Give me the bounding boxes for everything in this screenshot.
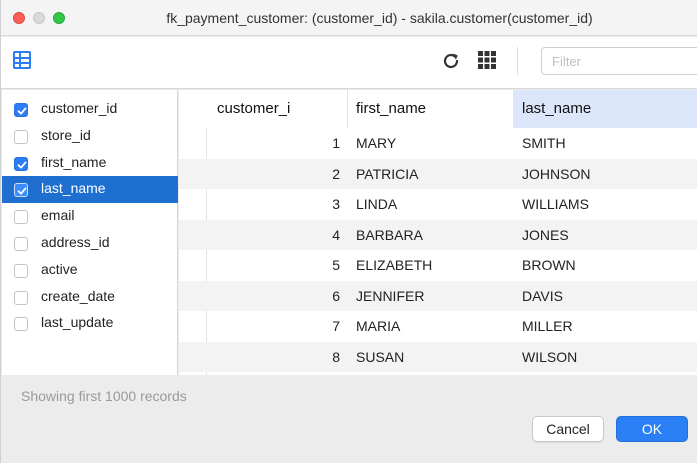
checkbox-checked-icon[interactable] (14, 183, 28, 198)
table-header: customer_i first_name last_name (179, 90, 697, 128)
table-row[interactable]: 3 LINDA WILLIAMS (179, 189, 697, 220)
cell-last-name: MILLER (522, 318, 573, 334)
column-option-label: last_name (41, 180, 106, 197)
column-option-first-name[interactable]: first_name (2, 150, 178, 177)
checkbox-unchecked-icon[interactable] (14, 263, 28, 278)
column-option-last-update[interactable]: last_update (2, 310, 178, 337)
checkbox-checked-icon[interactable] (14, 156, 28, 171)
table-row[interactable]: 7 MARIA MILLER (179, 311, 697, 342)
filter-input[interactable] (541, 47, 697, 75)
window-title: fk_payment_customer: (customer_id) - sak… (166, 10, 593, 26)
column-option-last-name[interactable]: last_name (2, 176, 178, 204)
column-option-label: store_id (41, 126, 91, 143)
column-option-address-id[interactable]: address_id (2, 230, 178, 257)
table-row[interactable]: 2 PATRICIA JOHNSON (179, 158, 697, 189)
column-option-label: address_id (41, 233, 110, 250)
refresh-icon[interactable] (439, 49, 463, 73)
column-header-last-name[interactable]: last_name (514, 90, 697, 128)
cell-first-name: LINDA (356, 196, 398, 212)
column-option-customer-id[interactable]: customer_id (2, 96, 178, 123)
cell-customer-id: 6 (332, 287, 340, 304)
cell-last-name: JONES (522, 226, 569, 243)
cell-last-name: BROWN (522, 257, 576, 273)
checkbox-unchecked-icon[interactable] (14, 210, 28, 225)
cell-last-name: DAVIS (522, 287, 563, 304)
column-selector-list: customer_id store_id first_name last_nameem… (2, 90, 178, 375)
status-text: Showing first 1000 records (21, 388, 187, 404)
cell-first-name: MARIA (356, 318, 401, 334)
cell-first-name: ELIZABETH (356, 257, 433, 273)
column-option-label: active (41, 260, 78, 277)
checkbox-unchecked-icon[interactable] (14, 290, 28, 305)
table-row[interactable]: 4 BARBARA JONES (179, 219, 697, 250)
cell-customer-id: 3 (332, 196, 340, 212)
checkbox-checked-icon[interactable] (14, 103, 28, 117)
minimize-window-button[interactable] (33, 12, 45, 24)
ok-button[interactable]: OK (616, 416, 688, 442)
toolbar-divider (517, 47, 518, 75)
cell-customer-id: 1 (332, 135, 340, 151)
cell-first-name: BARBARA (356, 226, 423, 243)
table-row[interactable]: 5 ELIZABETH BROWN (179, 250, 697, 281)
table-row[interactable]: 1 MARY SMITH (179, 128, 697, 159)
cell-customer-id: 5 (332, 257, 340, 273)
checkbox-unchecked-icon[interactable] (14, 317, 28, 332)
column-option-email[interactable]: email (2, 203, 178, 230)
columns-grid-icon[interactable] (476, 49, 498, 71)
cell-last-name: WILSON (522, 348, 578, 365)
cell-first-name: JENNIFER (356, 287, 425, 304)
checkbox-unchecked-icon[interactable] (14, 129, 28, 144)
cell-last-name: JOHNSON (522, 165, 591, 182)
cell-first-name: PATRICIA (356, 165, 419, 182)
column-option-label: last_update (41, 314, 114, 331)
column-header-first-name[interactable]: first_name (348, 90, 514, 128)
column-option-create-date[interactable]: create_date (2, 284, 178, 311)
column-option-store-id[interactable]: store_id (2, 123, 178, 150)
cell-customer-id: 8 (332, 348, 340, 365)
data-table: customer_i first_name last_name 1 MARY SMI… (179, 90, 697, 375)
cell-first-name: SUSAN (356, 348, 405, 365)
table-row[interactable]: 8 SUSAN WILSON (179, 341, 697, 372)
column-option-label: first_name (41, 153, 107, 170)
table-row[interactable]: 6 JENNIFER DAVIS (179, 280, 697, 311)
cell-customer-id: 2 (332, 165, 340, 182)
column-option-active[interactable]: active (2, 257, 178, 284)
cell-last-name: WILLIAMS (522, 196, 589, 212)
cell-first-name: MARY (356, 135, 397, 151)
toolbar (1, 37, 697, 89)
column-option-label: create_date (41, 287, 115, 304)
title-bar: fk_payment_customer: (customer_id) - sak… (1, 0, 697, 36)
close-window-button[interactable] (13, 12, 25, 24)
column-header-customer-id[interactable]: customer_i (207, 90, 348, 128)
cancel-button[interactable]: Cancel (532, 416, 604, 442)
cell-customer-id: 4 (332, 226, 340, 243)
dialog-window: fk_payment_customer: (customer_id) - sak… (0, 0, 697, 463)
checkbox-unchecked-icon[interactable] (14, 236, 28, 251)
column-option-label: customer_id (41, 100, 118, 116)
column-option-label: email (41, 207, 75, 224)
cell-last-name: SMITH (522, 135, 566, 151)
cell-customer-id: 7 (332, 318, 340, 334)
grid-layout-icon[interactable] (12, 50, 32, 70)
